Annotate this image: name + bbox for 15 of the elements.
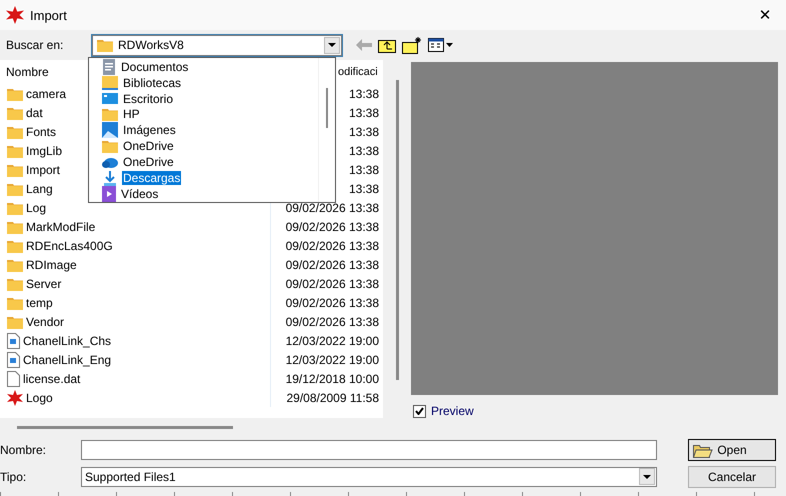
location-value: RDWorksV8 <box>118 38 185 52</box>
file-date: 29/08/2009 11:58 <box>270 388 383 407</box>
location-label: Buscar en: <box>6 38 64 52</box>
name-label: Nombre: <box>0 442 48 456</box>
file-date: 12/03/2022 19:00 <box>270 350 383 369</box>
file-date: 19/12/2018 10:00 <box>270 369 383 388</box>
window-title: Import <box>30 8 68 22</box>
file-date: 09/02/2026 13:38 <box>270 217 383 236</box>
type-label: Tipo: <box>0 470 28 484</box>
file-date: 09/02/2026 13:38 <box>270 293 383 312</box>
file-date: 09/02/2026 13:38 <box>270 312 383 331</box>
file-date: 09/02/2026 13:38 <box>270 255 383 274</box>
file-date: 09/02/2026 13:38 <box>270 274 383 293</box>
file-date: 12/03/2022 19:00 <box>270 331 383 350</box>
file-date: 09/02/2026 13:38 <box>270 236 383 255</box>
